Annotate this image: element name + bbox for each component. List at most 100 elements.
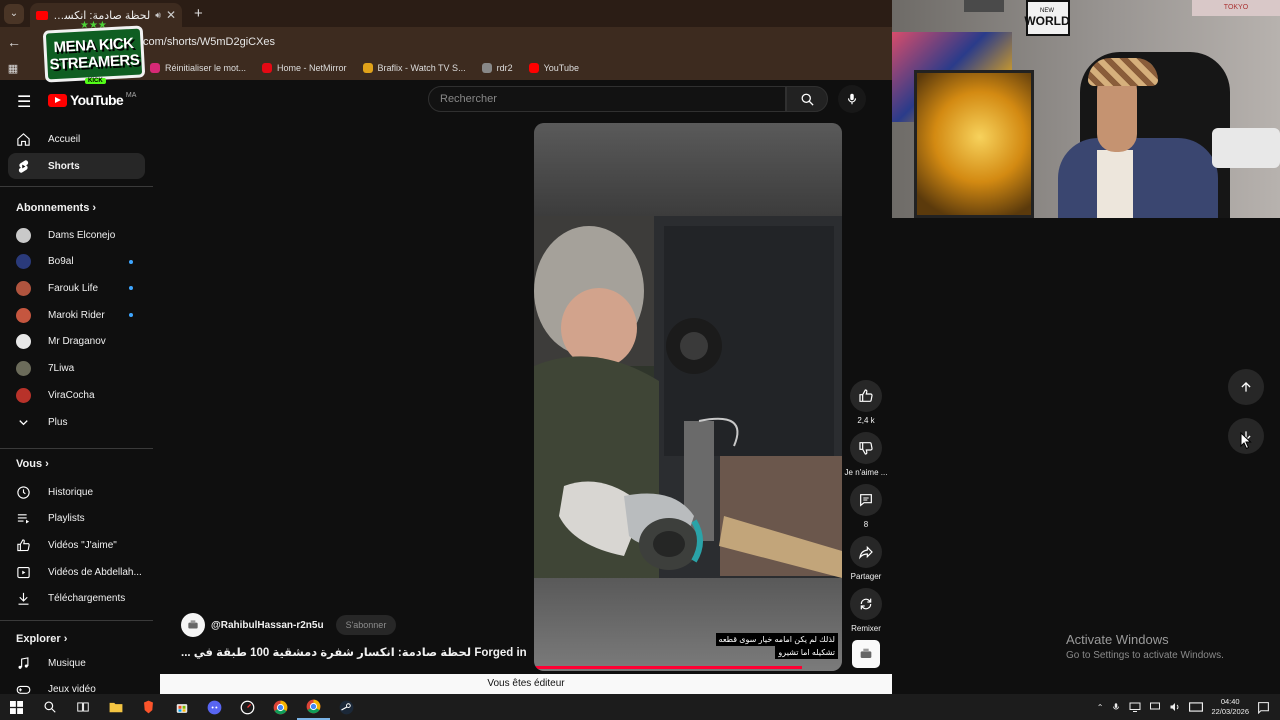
sidebar-item-explore[interactable]: Jeux vidéo [8, 677, 145, 694]
bookmark-label: Home - NetMirror [277, 63, 347, 73]
sidebar-item-shorts[interactable]: Shorts [8, 153, 145, 179]
store-button[interactable] [165, 694, 198, 720]
bookmark-item[interactable]: Home - NetMirror [262, 63, 347, 73]
bookmark-label: rdr2 [496, 63, 513, 73]
display-icon[interactable] [1149, 701, 1161, 713]
channel-avatar [16, 254, 31, 270]
discord-button[interactable] [198, 694, 231, 720]
channel-name[interactable]: @RahibulHassan-r2n5u [211, 620, 324, 631]
chevron-down-icon [18, 419, 28, 425]
remix-icon [860, 598, 872, 610]
search-input[interactable]: Rechercher [428, 86, 786, 112]
channel-avatar[interactable] [181, 613, 205, 637]
bookmark-item[interactable]: Braflix - Watch TV S... [362, 63, 466, 73]
bookmark-item[interactable]: YouTube [528, 63, 579, 73]
search-button[interactable] [786, 86, 828, 112]
remix-label: Remixer [851, 624, 881, 633]
chrome-active-button[interactable] [297, 694, 330, 720]
file-explorer-button[interactable] [99, 694, 132, 720]
notification-icon[interactable] [1257, 701, 1270, 714]
sound-thumbnail[interactable] [852, 640, 880, 668]
new-tab-button[interactable]: + [194, 5, 203, 22]
channel-avatar [16, 361, 31, 376]
subscription-item[interactable]: Maroki Rider [8, 302, 145, 328]
start-button[interactable] [0, 694, 33, 720]
mena-kick-streamers-logo: ★★★ MENA KICK STREAMERS KICK [42, 20, 146, 84]
sidebar-item-you[interactable]: Vidéos de Abdellah... [8, 559, 145, 585]
share-icon [859, 545, 873, 560]
channel-avatar [16, 334, 31, 350]
thumbs-up-icon [859, 389, 873, 402]
sidebar-item-label: Shorts [48, 160, 80, 172]
playlist-icon [17, 514, 29, 524]
subscription-item[interactable]: ViraCocha [8, 382, 145, 408]
activate-title: Activate Windows [1066, 632, 1169, 647]
video-icon [16, 566, 30, 578]
share-button[interactable] [850, 536, 882, 568]
keyboard-icon[interactable] [1189, 701, 1204, 713]
url-text[interactable]: com/shorts/W5mD2giCXes [143, 36, 275, 48]
close-tab-icon[interactable]: ✕ [166, 8, 176, 22]
remix-button[interactable] [850, 588, 882, 620]
sidebar-item-you[interactable]: Historique [8, 479, 145, 505]
subscription-item[interactable]: 7Liwa [8, 356, 145, 382]
subscribe-button[interactable]: S'abonner [335, 615, 397, 635]
brave-browser-button[interactable] [132, 694, 165, 720]
country-code: MA [125, 92, 137, 99]
sidebar-item-you[interactable]: Playlists [8, 506, 145, 532]
previous-short-button[interactable] [1228, 369, 1264, 405]
chrome-button[interactable] [264, 694, 297, 720]
subscription-label: Maroki Rider [48, 309, 105, 321]
microphone-icon[interactable] [1111, 701, 1121, 713]
video-title[interactable]: ... لحظة صادمة: انكسار شفرة دمشقية 100 ط… [181, 645, 527, 659]
apps-grid-icon[interactable]: ▦ [0, 62, 26, 75]
youtube-logo[interactable]: YouTube MA [48, 92, 136, 108]
sidebar-item-you[interactable]: Téléchargements [8, 586, 145, 612]
video-progress-bar[interactable] [534, 666, 802, 669]
shorts-icon [18, 159, 28, 173]
bookmark-label: Braflix - Watch TV S... [377, 63, 466, 73]
short-video-player[interactable]: لذلك لم يكن امامه خيار سوى قطعه تشكيله ا… [534, 123, 842, 671]
network-icon[interactable] [1129, 701, 1141, 713]
thumbs-down-icon [859, 442, 873, 455]
back-arrow-icon[interactable]: ← [0, 34, 28, 50]
voice-search-button[interactable] [838, 85, 866, 113]
search-taskbar-button[interactable] [33, 694, 66, 720]
sidebar-item-you[interactable]: Vidéos "J'aime" [8, 532, 145, 558]
dislike-button[interactable] [850, 432, 882, 464]
menu-hamburger-icon[interactable]: ☰ [17, 92, 31, 112]
sidebar-divider [0, 448, 153, 449]
windows-logo-icon [10, 700, 23, 714]
discord-icon [207, 700, 222, 714]
tab-search-button[interactable]: ⌄ [4, 3, 24, 24]
comments-button[interactable] [850, 484, 882, 516]
chevron-up-icon[interactable]: ⌃ [1097, 703, 1104, 712]
subscription-item[interactable]: Bo9al [8, 249, 145, 275]
subscription-item[interactable]: Farouk Life [8, 275, 145, 301]
bookmark-item[interactable]: Réinitialiser le mot... [150, 63, 246, 73]
you-header[interactable]: Vous › [16, 458, 49, 470]
task-view-icon [76, 702, 89, 712]
subscription-label: ViraCocha [48, 389, 95, 401]
subscriptions-header[interactable]: Abonnements › [16, 202, 96, 214]
speedtest-button[interactable] [231, 694, 264, 720]
sidebar-item-more[interactable]: Plus [8, 409, 145, 435]
subscription-item[interactable]: Mr Draganov [8, 329, 145, 355]
sidebar-item-explore[interactable]: Musique [8, 650, 145, 676]
sidebar-item-accueil[interactable]: Accueil [8, 126, 145, 152]
bookmark-item[interactable]: rdr2 [481, 63, 513, 73]
taskbar-clock[interactable]: 04:40 22/03/2026 [1211, 697, 1249, 717]
speaker-icon[interactable]: 🔊︎ [155, 10, 161, 21]
volume-icon[interactable] [1169, 701, 1181, 713]
streamer-hat [1088, 58, 1158, 86]
subscription-label: Dams Elconejo [48, 229, 116, 241]
task-view-button[interactable] [66, 694, 99, 720]
subscription-item[interactable]: Dams Elconejo [8, 222, 145, 248]
sidebar-divider [0, 620, 153, 621]
history-icon [16, 485, 30, 499]
new-content-dot [129, 286, 133, 291]
like-button[interactable] [850, 380, 882, 412]
channel-logo-icon [860, 648, 872, 658]
explore-header[interactable]: Explorer › [16, 633, 67, 645]
steam-button[interactable] [330, 694, 363, 720]
